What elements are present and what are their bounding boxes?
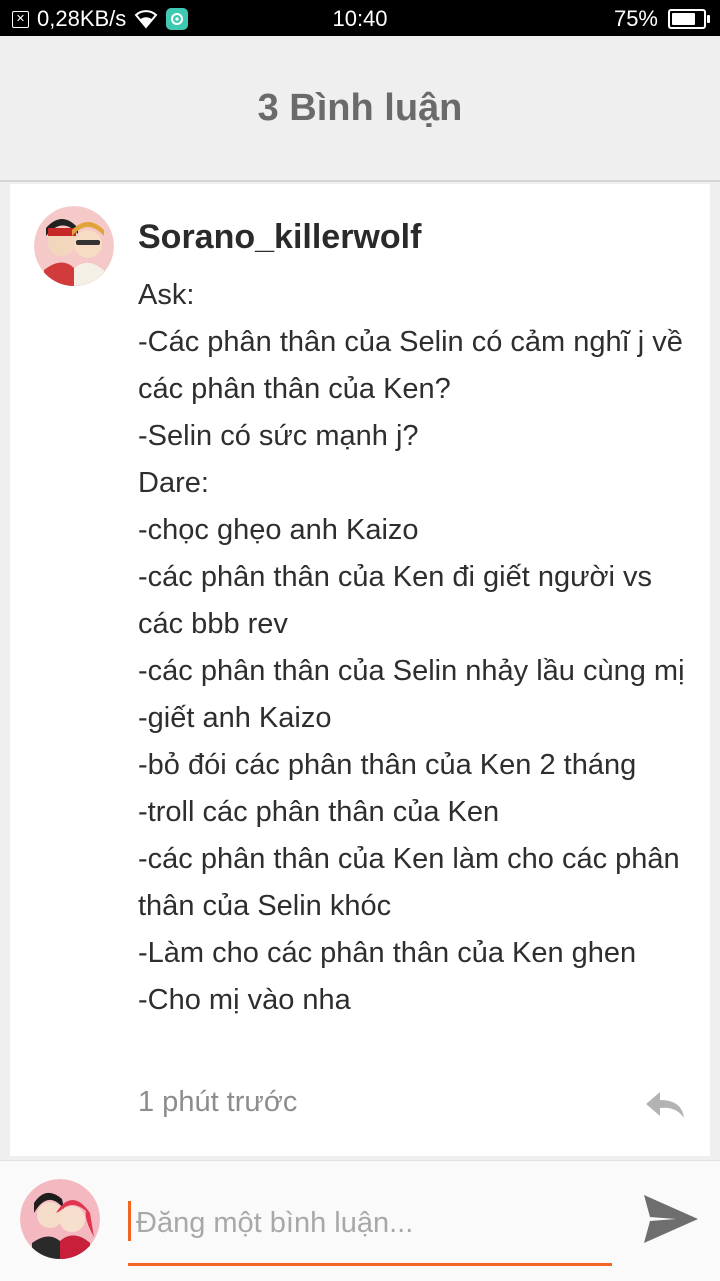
status-bar: ✕ 0,28KB/s 10:40 75% — [0, 0, 720, 36]
current-user-avatar[interactable] — [20, 1179, 100, 1259]
comment-line: -các phân thân của Ken làm cho các phân … — [138, 843, 680, 922]
comment-line: Ask: — [138, 279, 195, 311]
comment-line: -các phân thân của Selin nhảy lầu cùng m… — [138, 655, 685, 687]
comment-line: -Cho mị vào nha — [138, 984, 351, 1016]
text-caret — [128, 1201, 131, 1241]
comment-line: -bỏ đói các phân thân của Ken 2 tháng — [138, 749, 637, 781]
comment-card: Sorano_killerwolf Ask: -Các phân thân củ… — [10, 184, 710, 1156]
comment-input[interactable] — [134, 1197, 608, 1249]
header: 3 Bình luận — [0, 36, 720, 182]
clock: 10:40 — [332, 6, 388, 31]
battery-percent: 75% — [613, 6, 658, 31]
comment-input-wrapper — [128, 1191, 612, 1266]
comment-body: Ask: -Các phân thân của Selin có cảm ngh… — [138, 272, 698, 1024]
comment-line: -các phân thân của Ken đi giết người vs … — [138, 561, 653, 640]
comment-line: -Làm cho các phân thân của Ken ghen — [138, 937, 637, 969]
comment-line: -Các phân thân của Selin có cảm nghĩ j v… — [138, 326, 683, 405]
comment-line: -troll các phân thân của Ken — [138, 796, 500, 828]
comment-composer — [0, 1160, 720, 1281]
reply-icon — [646, 1092, 684, 1118]
comment-author-name[interactable]: Sorano_killerwolf — [138, 218, 421, 257]
comment-line: -Selin có sức mạnh j? — [138, 420, 419, 452]
comment-line: Dare: — [138, 467, 209, 499]
comment-line: -chọc ghẹo anh Kaizo — [138, 514, 419, 546]
comment-line: -giết anh Kaizo — [138, 702, 332, 734]
comment-timestamp: 1 phút trước — [138, 1086, 298, 1118]
reply-button[interactable] — [642, 1088, 688, 1122]
send-icon — [644, 1195, 698, 1243]
page-title: 3 Bình luận — [257, 86, 463, 129]
comment-author-avatar[interactable] — [34, 206, 114, 286]
battery-icon — [668, 9, 710, 29]
send-button[interactable] — [640, 1191, 702, 1247]
